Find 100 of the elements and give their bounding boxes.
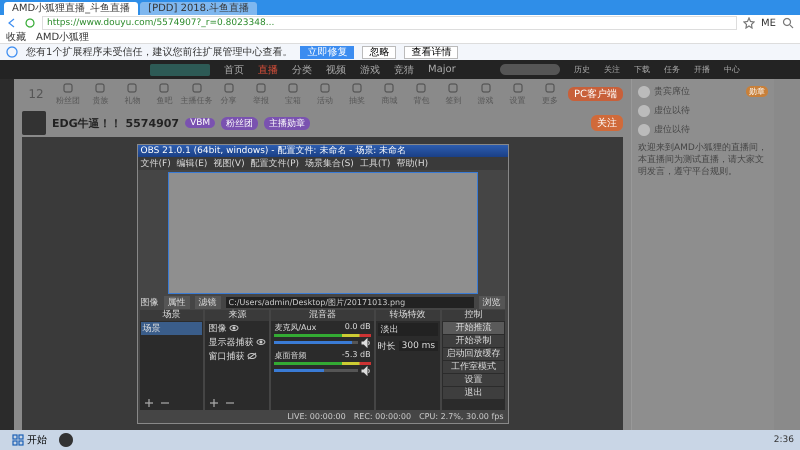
toolbar-icon (480, 82, 492, 94)
header-action[interactable]: 关注 (604, 64, 620, 75)
channel-name: 桌面音频 (274, 350, 306, 360)
toolbar-icon (351, 82, 364, 94)
status-text: REC: 00:00:00 (354, 412, 412, 420)
eye-icon[interactable] (229, 324, 240, 332)
search-icon (782, 17, 794, 29)
menu-item[interactable]: 帮助(H) (396, 156, 428, 170)
menu-item[interactable]: 视图(V) (213, 156, 245, 170)
toolbar-icon (254, 82, 267, 94)
dock-title: 混音器 (271, 310, 374, 320)
nav-link[interactable]: Major (428, 64, 456, 75)
toolbar-icon (62, 82, 74, 94)
add-icon (142, 396, 154, 408)
toolbar-icon (94, 82, 106, 94)
user-name[interactable]: ME (761, 18, 776, 28)
status-text: LIVE: 00:00:00 (287, 412, 346, 420)
control-button[interactable]: 启动回放缓存 (442, 348, 504, 360)
windows-icon (12, 434, 24, 446)
toolbar-icon (512, 82, 524, 94)
avatar (638, 86, 650, 98)
menu-item[interactable]: 配置文件(P) (250, 156, 300, 170)
menu-item[interactable]: 场景集合(S) (305, 156, 354, 170)
volume-slider[interactable] (274, 369, 324, 372)
status-text: CPU: 2.7%, 30.00 fps (419, 412, 504, 420)
search-field[interactable] (500, 64, 560, 75)
menu-item[interactable]: 编辑(E) (176, 156, 208, 170)
toolbar-icon (383, 82, 396, 94)
speaker-icon[interactable] (360, 338, 371, 348)
header-action[interactable]: 下载 (634, 64, 650, 75)
header-action[interactable]: 历史 (574, 64, 590, 75)
channel-reading: 0.0 dB (344, 322, 371, 332)
rank-name: 贵宾席位 (654, 86, 690, 98)
room-tag: VBM (185, 118, 216, 128)
client-button[interactable]: PC客户端 (568, 87, 623, 101)
rank-name: 虚位以待 (654, 124, 690, 136)
browser-tab[interactable]: AMD小狐狸直播_斗鱼直播 (4, 2, 138, 15)
room-title: EDG牛逼！！ 5574907 (52, 116, 180, 130)
header-action[interactable]: 任务 (664, 64, 680, 75)
scene-item[interactable]: 场景 (140, 322, 202, 334)
source-item[interactable]: 窗口捕获 (206, 350, 268, 362)
dock-title: 转场特效 (376, 310, 440, 320)
start-button[interactable]: 开始 (6, 432, 53, 448)
menu-item[interactable]: 工具(T) (360, 156, 390, 170)
transition-select[interactable]: 淡出 (378, 322, 438, 336)
dock-title: 控制 (442, 310, 506, 320)
window-title: OBS 21.0.1 (64bit, windows) - 配置文件: 未命名 - 场景: 未命名 (140, 144, 408, 156)
nav-link[interactable]: 分类 (292, 62, 312, 76)
dock-title: 来源 (205, 310, 270, 320)
room-tag: 主播勋章 (264, 116, 310, 130)
toolbar-icon (158, 82, 170, 94)
toolbar-icon (447, 82, 460, 94)
duration-field[interactable]: 300 ms (398, 341, 438, 351)
nav-link[interactable]: 直播 (258, 62, 278, 76)
clock: 2:36 (774, 435, 794, 445)
file-path-field[interactable]: C:/Users/admin/Desktop/图片/20171013.png (226, 297, 474, 308)
volume-slider[interactable] (274, 341, 352, 344)
bookmark-item[interactable]: 收藏 (6, 30, 26, 44)
notice-button[interactable]: 查看详情 (404, 46, 458, 58)
header-action[interactable]: 开播 (694, 64, 710, 75)
taskbar-app-icon[interactable] (59, 433, 73, 447)
control-button[interactable]: 设置 (442, 374, 504, 386)
speaker-icon[interactable] (360, 366, 371, 376)
nav-link[interactable]: 游戏 (360, 62, 380, 76)
source-name: 图像 (140, 296, 158, 309)
duration-label: 时长 (378, 340, 396, 352)
nav-link[interactable]: 竞猜 (394, 62, 414, 76)
properties-button[interactable]: 属性 (164, 296, 190, 309)
source-item[interactable]: 显示器捕获 (206, 336, 268, 348)
nav-link[interactable]: 视频 (326, 62, 346, 76)
browser-tab[interactable]: [PDD] 2018.斗鱼直播 (140, 2, 258, 15)
room-tag: 粉丝团 (221, 116, 258, 130)
control-button[interactable]: 退出 (442, 386, 504, 398)
bookmark-item[interactable]: AMD小狐狸 (36, 30, 90, 44)
control-button[interactable]: 开始录制 (442, 334, 504, 346)
channel-name: 麦克风/Aux (274, 322, 316, 332)
nav-link[interactable]: 首页 (224, 62, 244, 76)
channel-reading: -5.3 dB (342, 350, 371, 360)
toolbar-icon (319, 82, 332, 94)
toolbar-icon (190, 82, 203, 94)
browse-button[interactable]: 浏览 (478, 296, 504, 309)
source-item[interactable]: 图像 (206, 322, 268, 334)
header-action[interactable]: 中心 (724, 64, 740, 75)
avatar (22, 111, 46, 135)
notice-text: 您有1个扩展程序未受信任，建议您前往扩展管理中心查看。 (26, 46, 292, 59)
dock-title: 场景 (140, 310, 204, 320)
address-field[interactable]: https://www.douyu.com/5574907?_r=0.8023348... (42, 16, 738, 30)
control-button[interactable]: 工作室模式 (442, 360, 504, 372)
notice-button[interactable]: 忽略 (362, 46, 396, 58)
toolbar-icon (415, 82, 428, 94)
toolbar-icon (544, 82, 556, 94)
eye-icon[interactable] (256, 338, 266, 346)
menu-item[interactable]: 文件(F) (140, 156, 171, 170)
star-icon (743, 17, 756, 29)
follow-button[interactable]: 关注 (591, 115, 623, 131)
toolbar-icon (286, 82, 299, 94)
control-button[interactable]: 开始推流 (442, 322, 504, 334)
eye-icon[interactable] (247, 352, 258, 360)
toolbar-icon (126, 82, 138, 94)
filters-button[interactable]: 滤镜 (194, 296, 220, 309)
